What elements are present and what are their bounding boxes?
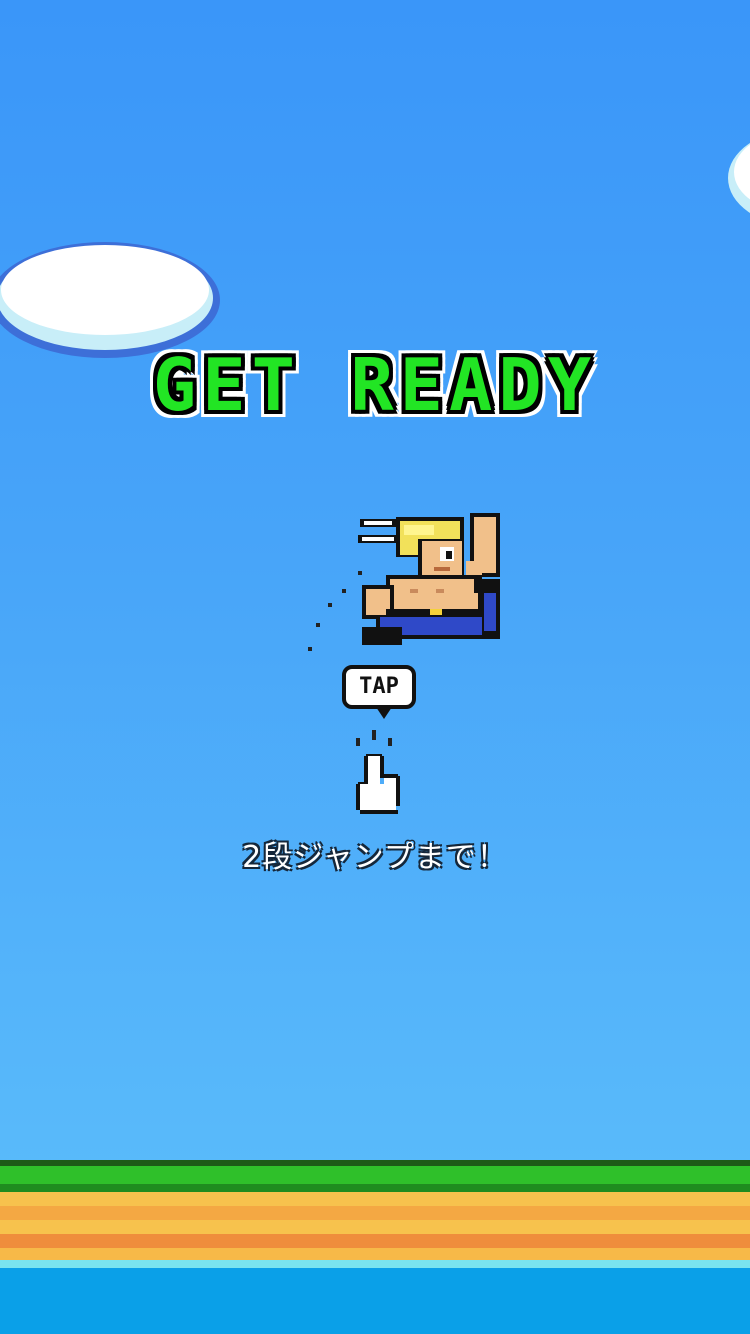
hero-character: [308, 513, 500, 651]
tap-speech-bubble[interactable]: TAP: [342, 665, 416, 719]
ground-strip: [0, 1160, 750, 1334]
cloud-right: [728, 143, 750, 213]
game-scene[interactable]: GET READY TAP 2段ジャンプまで！: [0, 0, 750, 1334]
tap-label: TAP: [359, 674, 399, 699]
double-jump-hint: 2段ジャンプまで！: [242, 840, 508, 875]
pointing-hand-icon: [356, 730, 400, 814]
get-ready-title: GET READY: [152, 343, 598, 427]
